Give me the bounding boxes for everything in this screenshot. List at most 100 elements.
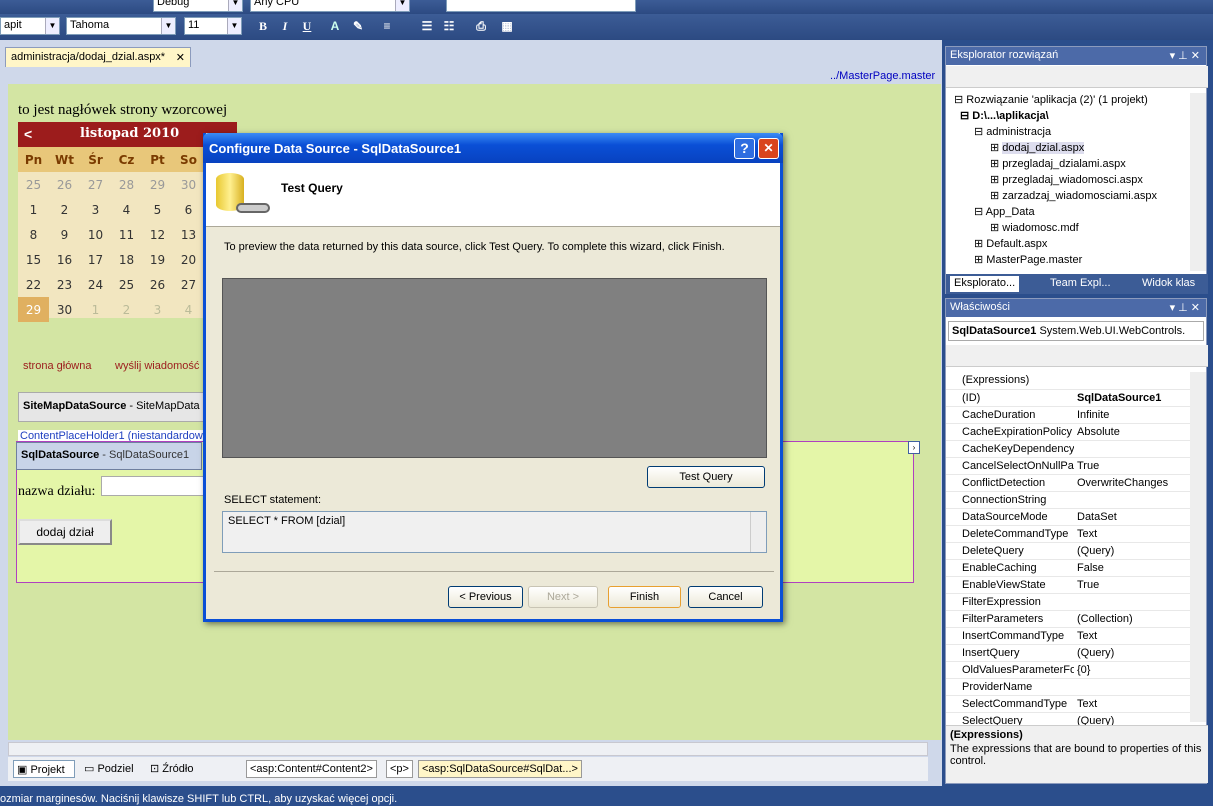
property-value[interactable]: DataSet — [1074, 508, 1190, 526]
calendar-date[interactable]: 29 — [142, 172, 173, 197]
calendar-date[interactable]: 12 — [142, 222, 173, 247]
scrollbar-icon[interactable] — [750, 512, 766, 552]
property-value[interactable]: (Query) — [1074, 542, 1190, 560]
help-button[interactable]: ? — [734, 138, 755, 159]
previous-button[interactable]: < Previous — [448, 586, 523, 608]
crumb-3[interactable]: <asp:SqlDataSource#SqlDat...> — [418, 760, 582, 778]
property-row[interactable]: CacheDuration Infinite — [946, 406, 1190, 424]
tree-item[interactable]: ⊞ MasterPage.master — [954, 252, 1190, 268]
sql-datasource[interactable]: SqlDataSource - SqlDataSource1 — [16, 442, 202, 470]
expand-icon[interactable]: › — [908, 441, 920, 454]
calendar-date[interactable]: 20 — [173, 247, 204, 272]
select-statement-box[interactable]: SELECT * FROM [dzial] — [222, 511, 767, 553]
property-value[interactable]: (Collection) — [1074, 610, 1190, 628]
calendar-date[interactable]: 6 — [173, 197, 204, 222]
font-combo[interactable]: Tahoma ▼ — [66, 17, 176, 35]
solution-tree[interactable]: ⊟ Rozwiązanie 'aplikacja (2)' (1 projekt… — [954, 92, 1190, 268]
calendar-date[interactable]: 26 — [142, 272, 173, 297]
property-value[interactable]: (Query) — [1074, 644, 1190, 662]
property-row[interactable]: ConnectionString — [946, 491, 1190, 509]
property-value[interactable]: False — [1074, 559, 1190, 577]
chevron-down-icon[interactable]: ▼ — [45, 18, 59, 34]
property-row[interactable]: DataSourceMode DataSet — [946, 508, 1190, 526]
property-row[interactable]: (Expressions) — [946, 372, 1190, 390]
align-icon[interactable]: ≡ — [378, 17, 396, 35]
property-row[interactable]: CacheExpirationPolicy Absolute — [946, 423, 1190, 441]
chevron-down-icon[interactable]: ▼ — [395, 0, 409, 11]
property-row[interactable]: FilterParameters (Collection) — [946, 610, 1190, 628]
size-combo[interactable]: 11 ▼ — [184, 17, 242, 35]
calendar-date[interactable]: 19 — [142, 247, 173, 272]
calendar-date[interactable]: 2 — [111, 297, 142, 322]
property-row[interactable]: CancelSelectOnNullPar True — [946, 457, 1190, 475]
calendar-date[interactable]: 1 — [80, 297, 111, 322]
solution-scrollbar[interactable] — [1190, 93, 1206, 271]
tree-item[interactable]: ⊟ administracja — [954, 124, 1190, 140]
tree-item[interactable]: ⊟ Rozwiązanie 'aplikacja (2)' (1 projekt… — [954, 92, 1190, 108]
next-button[interactable]: Next > — [528, 586, 598, 608]
tree-item[interactable]: ⊞ wiadomosc.mdf — [954, 220, 1190, 236]
property-value[interactable]: True — [1074, 576, 1190, 594]
property-value[interactable] — [1074, 372, 1190, 390]
format-icon[interactable]: ▦ — [498, 17, 516, 35]
property-row[interactable]: ConflictDetection OverwriteChanges — [946, 474, 1190, 492]
calendar-date[interactable]: 3 — [80, 197, 111, 222]
name-input[interactable] — [101, 476, 211, 496]
property-row[interactable]: EnableViewState True — [946, 576, 1190, 594]
chevron-down-icon[interactable]: ▼ — [227, 18, 241, 34]
numbered-list-icon[interactable]: ☰ — [418, 17, 436, 35]
calendar-date[interactable]: 28 — [111, 172, 142, 197]
nav-send-link[interactable]: wyślij wiadomość — [115, 360, 199, 372]
search-combo[interactable] — [446, 0, 636, 12]
property-value[interactable] — [1074, 593, 1190, 611]
property-value[interactable]: OverwriteChanges — [1074, 474, 1190, 492]
property-value[interactable]: SqlDataSource1 — [1074, 389, 1190, 407]
tab-design[interactable]: ▣ Projekt — [13, 760, 75, 778]
master-link[interactable]: ../MasterPage.master — [830, 70, 940, 82]
property-row[interactable]: DeleteCommandType Text — [946, 525, 1190, 543]
tab-split[interactable]: ▭ Podziel — [84, 762, 134, 775]
property-row[interactable]: InsertQuery (Query) — [946, 644, 1190, 662]
calendar-date[interactable]: 4 — [111, 197, 142, 222]
tab-team-explorer[interactable]: Team Expl... — [1050, 277, 1111, 289]
property-value[interactable]: {0} — [1074, 661, 1190, 679]
calendar-date[interactable]: 10 — [80, 222, 111, 247]
property-row[interactable]: CacheKeyDependency — [946, 440, 1190, 458]
highlight-icon[interactable]: ✎ — [349, 17, 367, 35]
calendar-date[interactable]: 8 — [18, 222, 49, 247]
tree-item[interactable]: ⊞ zarzadzaj_wiadomosciami.aspx — [954, 188, 1190, 204]
calendar-date[interactable]: 11 — [111, 222, 142, 247]
tree-item[interactable]: ⊞ przegladaj_wiadomosci.aspx — [954, 172, 1190, 188]
calendar-prev-link[interactable]: < — [24, 126, 32, 142]
properties-scrollbar[interactable] — [1190, 372, 1206, 722]
property-value[interactable]: True — [1074, 457, 1190, 475]
chevron-down-icon[interactable]: ▼ — [161, 18, 175, 34]
horizontal-scrollbar[interactable] — [8, 742, 928, 756]
property-row[interactable]: OldValuesParameterFo {0} — [946, 661, 1190, 679]
property-value[interactable]: Text — [1074, 695, 1190, 713]
calendar-date[interactable]: 13 — [173, 222, 204, 247]
tree-item[interactable]: ⊞ przegladaj_dzialami.aspx — [954, 156, 1190, 172]
nav-home-link[interactable]: strona główna — [23, 360, 92, 372]
calendar-date[interactable]: 27 — [173, 272, 204, 297]
calendar-date[interactable]: 25 — [18, 172, 49, 197]
calendar-date[interactable]: 26 — [49, 172, 80, 197]
close-icon[interactable]: ✕ — [176, 51, 185, 64]
cancel-button[interactable]: Cancel — [688, 586, 763, 608]
finish-button[interactable]: Finish — [608, 586, 681, 608]
calendar-date[interactable]: 30 — [173, 172, 204, 197]
calendar-date[interactable]: 5 — [142, 197, 173, 222]
tree-item[interactable]: ⊞ dodaj_dzial.aspx — [954, 140, 1190, 156]
font-color-button[interactable]: A — [326, 17, 344, 35]
pin-icon[interactable]: ▾ ⊥ ✕ — [1170, 301, 1200, 314]
add-department-button[interactable]: dodaj dział — [18, 519, 112, 545]
chevron-down-icon[interactable]: ▼ — [228, 0, 242, 11]
test-query-button[interactable]: Test Query — [647, 466, 765, 488]
object-selector[interactable]: SqlDataSource1 System.Web.UI.WebControls… — [948, 321, 1204, 341]
tab-solution-explorer[interactable]: Eksplorato... — [950, 276, 1020, 292]
property-row[interactable]: DeleteQuery (Query) — [946, 542, 1190, 560]
print-icon[interactable]: ⎙ — [472, 17, 490, 35]
platform-combo[interactable]: Any CPU ▼ — [250, 0, 410, 12]
crumb-1[interactable]: <asp:Content#Content2> — [246, 760, 377, 778]
calendar-date[interactable]: 23 — [49, 272, 80, 297]
